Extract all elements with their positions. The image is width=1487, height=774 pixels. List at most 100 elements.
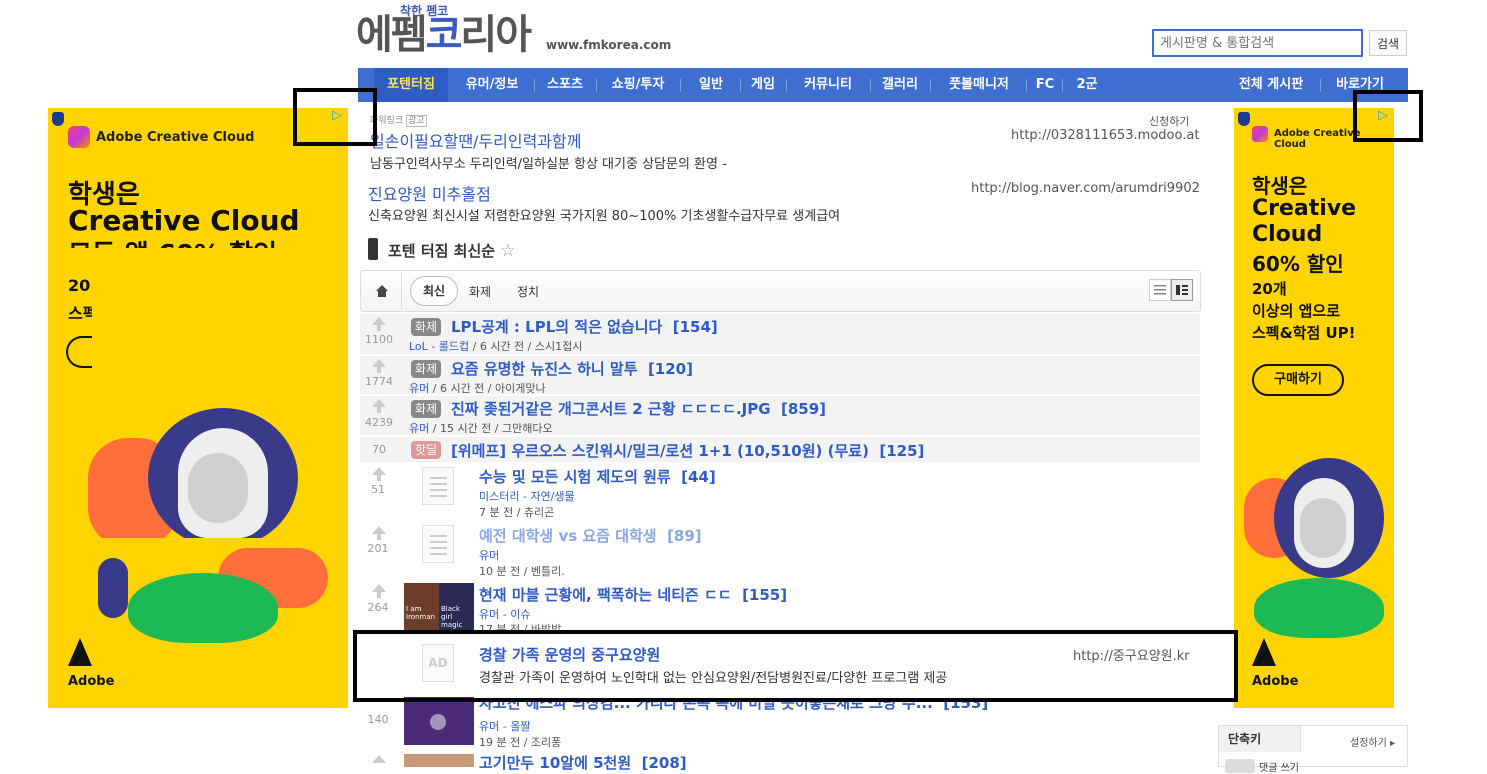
vote-count: 140	[367, 713, 389, 726]
comment-count[interactable]: [125]	[879, 442, 924, 460]
post-title[interactable]: 진짜 좆된거같은 개그콘서트 2 근황 ㄷㄷㄷㄷ.JPG [859]	[451, 398, 826, 419]
post-category[interactable]: 미스터리 - 자연/생물	[479, 490, 575, 503]
highlight-box	[353, 630, 1238, 702]
comment-count[interactable]: [155]	[742, 586, 787, 604]
comment-count[interactable]: [859]	[781, 400, 826, 418]
search-button[interactable]: 검색	[1369, 30, 1407, 56]
post-title-text[interactable]: 고기만두 10알에 5천원	[479, 754, 631, 772]
nav-item-football-manager[interactable]: 풋볼매니저	[934, 68, 1024, 102]
nav-item-shopping[interactable]: 쇼핑/투자	[598, 68, 678, 102]
post-title-text[interactable]: LPL공계 : LPL의 적은 없습니다	[451, 318, 662, 336]
upvote-arrow-icon	[372, 526, 386, 534]
nav-item-fc[interactable]: FC	[1030, 68, 1060, 102]
post-title[interactable]: 예전 대학생 vs 요즘 대학생 [89]	[479, 525, 702, 546]
vote-count: 51	[371, 483, 385, 496]
post-category[interactable]: 유머 - 이슈	[479, 608, 530, 621]
nav-item-all-boards[interactable]: 전체 게시판	[1226, 68, 1316, 102]
section-title-text: 포텐 터짐 최신순	[388, 242, 496, 260]
post-title-text[interactable]: 수능 및 모든 시험 제도의 원류	[479, 468, 671, 486]
powerlink-1-url[interactable]: http://0328111653.modoo.at	[1011, 128, 1199, 143]
shortcut-setting-link[interactable]: 설정하기 ▸	[1350, 734, 1395, 749]
ad-brand-text: Adobe Creative Cloud	[96, 130, 255, 145]
post-title-text[interactable]: 진짜 좆된거같은 개그콘서트 2 근황 ㄷㄷㄷㄷ.JPG	[451, 400, 771, 418]
post-thumbnail[interactable]	[404, 754, 474, 767]
logo-text-a: 에펨	[356, 12, 428, 58]
post-thumbnail[interactable]: I am Ironman Black girl magic	[404, 583, 474, 633]
comment-count[interactable]: [89]	[667, 527, 702, 545]
post-title[interactable]: 요즘 유명한 뉴진스 하니 말투 [120]	[451, 358, 693, 379]
list-view-toggle[interactable]	[1149, 279, 1171, 301]
left-side-ad[interactable]: ▷ Adobe Creative Cloud 학생은 Creative Clou…	[48, 108, 348, 708]
ad-line-5: 20개	[1252, 280, 1287, 298]
main-nav: 포텐터짐 유머/정보 스포츠 쇼핑/투자 일반 게임 커뮤니티 갤러리 풋볼매니…	[358, 68, 1408, 102]
nav-item-2gun[interactable]: 2군	[1066, 68, 1108, 102]
home-tab[interactable]	[362, 272, 402, 310]
comment-count[interactable]: [208]	[642, 754, 687, 772]
post-title-text[interactable]: [위메프] 우르오스 스킨워시/밀크/로션 1+1 (10,510원) (무료)	[451, 442, 869, 460]
nav-item-general[interactable]: 일반	[682, 68, 740, 102]
favorite-star-icon[interactable]: ☆	[500, 241, 515, 261]
upvote-arrow-icon	[372, 584, 386, 592]
post-category[interactable]: 유머	[479, 549, 499, 562]
tab-latest[interactable]: 최신	[410, 276, 458, 306]
post-title[interactable]: LPL공계 : LPL의 적은 없습니다 [154]	[451, 316, 718, 337]
post-category[interactable]: 유머	[409, 422, 429, 435]
nav-item-sports[interactable]: 스포츠	[536, 68, 594, 102]
search-input[interactable]	[1152, 29, 1363, 57]
ad-illustration	[88, 408, 328, 658]
post-title[interactable]: 수능 및 모든 시험 제도의 원류 [44]	[479, 466, 716, 487]
right-side-ad[interactable]: ▷ Adobe Creative Cloud 학생은 Creative Clou…	[1234, 108, 1394, 708]
vote-count: 1774	[365, 375, 393, 388]
tab-politics[interactable]: 정치	[517, 283, 539, 300]
post-title-text[interactable]: 예전 대학생 vs 요즘 대학생	[479, 527, 657, 545]
tab-hot[interactable]: 화제	[469, 283, 491, 300]
hot-badge: 화제	[411, 400, 442, 418]
buy-button[interactable]: 구매하기	[1252, 364, 1344, 396]
post-category[interactable]: LoL - 롤드컵	[409, 340, 469, 353]
ad-headline-3: Cloud	[1252, 222, 1323, 247]
nav-item-humor[interactable]: 유머/정보	[452, 68, 532, 102]
upvote-stem	[377, 475, 381, 481]
powerlink-2-title[interactable]: 진요양원 미추홀점	[368, 181, 491, 205]
post-title[interactable]: 현재 마블 근황에, 팩폭하는 네티즌 ㄷㄷ [155]	[479, 584, 787, 605]
creative-cloud-logo-icon	[68, 126, 90, 148]
comment-count[interactable]: [44]	[681, 468, 716, 486]
nav-item-gallery[interactable]: 갤러리	[872, 68, 928, 102]
shortcut-setting-text[interactable]: 설정하기	[1350, 738, 1387, 749]
post-category-line: 유머	[479, 547, 499, 563]
vote-count: 201	[367, 542, 389, 555]
logo-text-b: 코	[425, 12, 463, 58]
nav-separator	[1320, 79, 1321, 92]
nav-separator	[596, 79, 597, 92]
nav-item-poten[interactable]: 포텐터짐	[374, 68, 448, 102]
logo-text-c: 리아	[460, 12, 532, 58]
powerlink-1-title[interactable]: 일손이필요할땐/두리인력과함께	[370, 128, 581, 152]
post-category[interactable]: 유머	[409, 382, 429, 395]
post-title-text[interactable]: 현재 마블 근황에, 팩폭하는 네티즌 ㄷㄷ	[479, 586, 732, 604]
comment-count[interactable]: [120]	[648, 360, 693, 378]
webzine-view-toggle[interactable]	[1171, 279, 1193, 301]
powerlink-2-url[interactable]: http://blog.naver.com/arumdri9902	[971, 181, 1200, 196]
shortcut-key-badge	[1225, 759, 1255, 773]
post-category[interactable]: 유머 - 올짤	[479, 720, 530, 733]
post-title-text[interactable]: 요즘 유명한 뉴진스 하니 말투	[451, 360, 638, 378]
ad-line-4: 20	[68, 276, 91, 295]
document-thumb-icon[interactable]	[422, 525, 454, 563]
nav-item-community[interactable]: 커뮤니티	[788, 68, 868, 102]
site-logo[interactable]: 착한 펨코 에펨코리아 www.fmkorea.com	[356, 2, 671, 62]
powerlink-apply-link[interactable]: 신청하기	[1149, 113, 1189, 129]
nav-item-game[interactable]: 게임	[742, 68, 784, 102]
nav-separator	[930, 79, 931, 92]
upvote-arrow-icon	[372, 467, 386, 475]
ad-adobe-word: Adobe	[1252, 674, 1299, 689]
upvote-stem	[377, 325, 381, 331]
post-title[interactable]: 고기만두 10알에 5천원 [208]	[479, 752, 687, 773]
upvote-arrow-icon	[372, 317, 386, 325]
post-meta-text: 19 분 전 / 조리퐁	[479, 736, 562, 749]
post-thumbnail[interactable]	[404, 697, 474, 745]
highlight-box	[1353, 90, 1423, 142]
ad-headline-4: 60% 할인	[1252, 252, 1344, 276]
comment-count[interactable]: [154]	[673, 318, 718, 336]
document-thumb-icon[interactable]	[422, 467, 454, 505]
post-title[interactable]: [위메프] 우르오스 스킨워시/밀크/로션 1+1 (10,510원) (무료)…	[451, 440, 924, 461]
